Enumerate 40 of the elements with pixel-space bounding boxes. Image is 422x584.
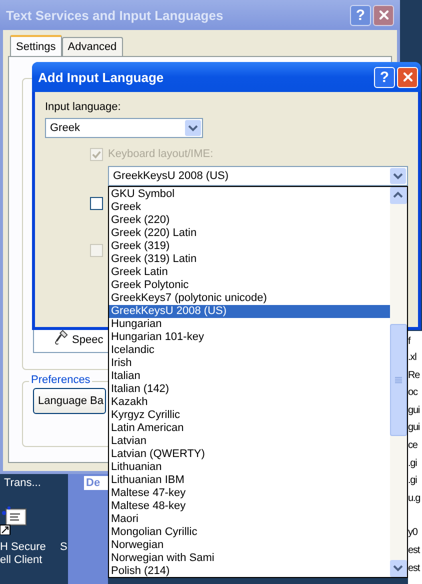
file-name[interactable]: est — [408, 560, 422, 578]
file-name[interactable]: oc — [408, 384, 422, 402]
check-icon — [91, 149, 102, 160]
checkbox-label: Keyboard layout/IME: — [108, 148, 214, 160]
scroll-thumb[interactable] — [390, 324, 407, 436]
window-title: Text Services and Input Languages — [6, 8, 224, 22]
close-icon — [400, 70, 414, 84]
icon-label: H Secure — [0, 541, 46, 554]
file-name[interactable]: .gi — [408, 454, 422, 472]
file-name[interactable]: ce — [408, 436, 422, 455]
icon-label: S — [60, 541, 68, 554]
close-icon — [376, 8, 390, 22]
file-name[interactable]: u.g — [408, 490, 422, 508]
tab[interactable]: Settings — [10, 35, 62, 57]
tab[interactable]: Advanced — [62, 37, 123, 56]
scroll-up-button[interactable] — [390, 187, 407, 204]
file-name[interactable]: gui — [408, 402, 422, 420]
file-name[interactable]: .gi — [408, 472, 422, 490]
terminal-icon[interactable] — [0, 505, 28, 535]
checkbox[interactable] — [90, 197, 103, 210]
file-name[interactable]: f — [408, 331, 422, 349]
help-button[interactable]: ? — [374, 66, 395, 88]
file-name[interactable]: gui — [408, 419, 422, 437]
scroll-down-button[interactable] — [390, 560, 407, 577]
icon-label: ell Client — [0, 554, 42, 567]
dialog-title: Add Input Language — [37, 70, 165, 84]
grip-icon — [395, 376, 402, 384]
language-dropdown[interactable]: Greek — [45, 118, 203, 138]
microphone-icon — [54, 329, 68, 346]
group-label: Preferences — [29, 374, 92, 386]
field-label: Input language: — [45, 101, 121, 113]
icon-label: Trans... — [4, 477, 41, 490]
file-name[interactable]: Re — [408, 366, 422, 384]
file-name[interactable]: .xl — [408, 349, 422, 367]
close-button[interactable] — [373, 4, 394, 26]
tab-fragment: De — [84, 476, 108, 490]
scrollbar[interactable] — [390, 187, 407, 577]
file-name[interactable]: y0 — [408, 524, 422, 542]
file-name[interactable]: est — [408, 542, 422, 560]
language-bar-button[interactable]: Language Ba — [33, 388, 106, 414]
